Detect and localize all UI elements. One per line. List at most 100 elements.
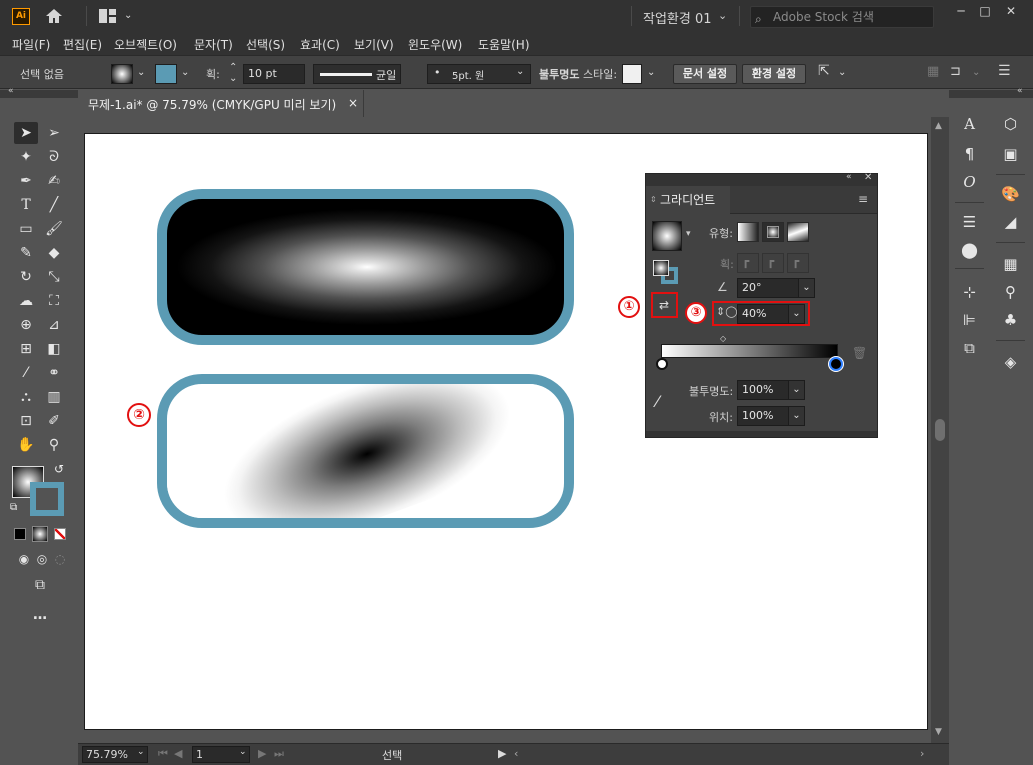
- stock-search-input[interactable]: ⌕ Adobe Stock 검색: [750, 6, 934, 28]
- stroke-within-button[interactable]: ┏: [737, 253, 759, 273]
- chevron-down-icon[interactable]: ▾: [686, 229, 691, 239]
- paragraph-panel-icon[interactable]: ¶: [951, 140, 988, 168]
- document-setup-button[interactable]: 문서 설정: [673, 64, 737, 84]
- stroke-panel-icon[interactable]: ☰: [951, 208, 988, 236]
- transform-panel-icon[interactable]: ⊹: [951, 278, 988, 306]
- align-panel-icon[interactable]: ⊫: [951, 306, 988, 334]
- minimize-icon[interactable]: ─: [950, 2, 972, 20]
- brushes-panel-icon[interactable]: ⚲: [992, 278, 1029, 306]
- fill-swatch[interactable]: [111, 64, 133, 84]
- midpoint-handle-icon[interactable]: ◇: [720, 334, 726, 343]
- opacity-label[interactable]: 불투명도: [539, 66, 579, 82]
- chevron-down-icon[interactable]: ⌄: [838, 67, 846, 78]
- menu-effect[interactable]: 효과(C): [300, 36, 340, 53]
- mesh-tool-icon[interactable]: ⊞: [14, 338, 38, 360]
- scroll-left-icon[interactable]: ‹: [514, 747, 518, 760]
- opentype-panel-icon[interactable]: O: [951, 168, 988, 196]
- 3d-panel-icon[interactable]: ⬡: [992, 110, 1029, 138]
- menu-file[interactable]: 파일(F): [12, 36, 50, 53]
- menu-select[interactable]: 선택(S): [246, 36, 285, 53]
- lasso-tool-icon[interactable]: ᘐ: [42, 146, 66, 168]
- tab-gradient[interactable]: ⇕ 그라디언트: [646, 186, 730, 214]
- gradient-mode-button[interactable]: [32, 526, 48, 542]
- stroke-swatch[interactable]: [155, 64, 177, 84]
- chevron-down-icon[interactable]: ⌄: [137, 67, 145, 78]
- line-tool-icon[interactable]: ╱: [42, 194, 66, 216]
- menu-view[interactable]: 보기(V): [354, 36, 394, 53]
- transparency-panel-icon[interactable]: ⬤: [951, 236, 988, 264]
- symbols-panel-icon[interactable]: ♣: [992, 306, 1029, 334]
- rounded-rectangle-bottom[interactable]: [157, 374, 574, 528]
- slice-tool-icon[interactable]: ✐: [42, 410, 66, 432]
- chevron-down-icon[interactable]: ⌄: [239, 747, 247, 757]
- zoom-field[interactable]: 75.79% ⌄: [82, 746, 148, 763]
- layers-panel-icon[interactable]: ◈: [992, 348, 1029, 376]
- screen-mode-icon[interactable]: ⧉: [28, 574, 52, 596]
- gradient-tool-icon[interactable]: ◧: [42, 338, 66, 360]
- stroke-along-button[interactable]: ┏: [762, 253, 784, 273]
- next-artboard-icon[interactable]: ▶: [258, 747, 266, 760]
- swatches-panel-icon[interactable]: ▦: [992, 250, 1029, 278]
- default-fill-stroke-icon[interactable]: ⧉: [10, 502, 17, 513]
- panel-resize-handle[interactable]: [646, 431, 877, 437]
- chevron-down-icon[interactable]: ⌄: [788, 407, 804, 425]
- chevron-down-icon[interactable]: ⌄: [718, 9, 727, 22]
- document-tab[interactable]: 무제-1.ai* @ 75.79% (CMYK/GPU 미리 보기) ×: [78, 90, 364, 117]
- rectangle-tool-icon[interactable]: ▭: [14, 218, 38, 240]
- color-panel-icon[interactable]: 🎨: [992, 180, 1029, 208]
- menu-window[interactable]: 윈도우(W): [408, 36, 462, 53]
- select-similar-icon[interactable]: ⇱: [818, 63, 830, 79]
- color-mode-button[interactable]: [14, 528, 26, 540]
- gradient-preview-swatch[interactable]: [652, 221, 682, 251]
- collapse-icon[interactable]: «: [846, 172, 852, 182]
- scroll-right-icon[interactable]: ›: [920, 747, 924, 760]
- chevron-down-icon[interactable]: ⌄: [516, 66, 524, 77]
- edit-toolbar-icon[interactable]: …: [28, 604, 52, 626]
- stroke-across-button[interactable]: ┏: [787, 253, 809, 273]
- linear-gradient-button[interactable]: [737, 222, 759, 242]
- panel-menu-icon[interactable]: ☰: [998, 63, 1011, 79]
- rounded-rectangle-top[interactable]: [157, 189, 574, 345]
- eyedropper-icon[interactable]: ⁄: [656, 392, 659, 411]
- opacity-field[interactable]: 100% ⌄: [737, 380, 805, 400]
- close-icon[interactable]: ✕: [1000, 2, 1022, 20]
- trash-icon[interactable]: 🗑: [852, 346, 867, 360]
- draw-inside-icon[interactable]: ◌: [48, 548, 72, 570]
- free-transform-tool-icon[interactable]: ⛶: [42, 290, 66, 312]
- scroll-thumb[interactable]: [935, 419, 945, 441]
- column-graph-tool-icon[interactable]: ▥: [42, 386, 66, 408]
- first-artboard-icon[interactable]: ⏮: [158, 747, 168, 761]
- color-stop-left[interactable]: [656, 358, 668, 370]
- radial-gradient-button[interactable]: [762, 222, 784, 242]
- stroke-color-swatch[interactable]: [30, 482, 64, 516]
- color-stop-right[interactable]: [829, 357, 843, 371]
- shaper-tool-icon[interactable]: ✎: [14, 242, 38, 264]
- direct-selection-tool-icon[interactable]: ➢: [42, 122, 66, 144]
- scroll-down-icon[interactable]: ▼: [935, 727, 942, 737]
- last-artboard-icon[interactable]: ⏭: [274, 747, 284, 761]
- shape-builder-tool-icon[interactable]: ⊕: [14, 314, 38, 336]
- character-panel-icon[interactable]: A: [951, 110, 988, 138]
- magic-wand-tool-icon[interactable]: ✦: [14, 146, 38, 168]
- fill-swatch[interactable]: [653, 260, 669, 276]
- transform-icon[interactable]: ⊐: [950, 64, 961, 79]
- location-field[interactable]: 100% ⌄: [737, 406, 805, 426]
- chevron-down-icon[interactable]: ⌄: [137, 747, 145, 757]
- panel-header[interactable]: « ✕: [646, 172, 877, 186]
- blend-tool-icon[interactable]: ⚭: [42, 362, 66, 384]
- zoom-tool-icon[interactable]: ⚲: [42, 434, 66, 456]
- perspective-grid-tool-icon[interactable]: ⊿: [42, 314, 66, 336]
- chevron-down-icon[interactable]: ⌄: [788, 381, 804, 399]
- artboard-tool-icon[interactable]: ⊡: [14, 410, 38, 432]
- preferences-button[interactable]: 환경 설정: [742, 64, 806, 84]
- panel-menu-icon[interactable]: ≡: [858, 192, 868, 206]
- pathfinder-panel-icon[interactable]: ⧉: [951, 334, 988, 362]
- scale-tool-icon[interactable]: ⤡: [42, 266, 66, 288]
- warp-tool-icon[interactable]: ☁: [14, 290, 38, 312]
- prev-artboard-icon[interactable]: ◀: [174, 747, 182, 760]
- chevron-down-icon[interactable]: ⌄: [181, 67, 189, 78]
- home-icon[interactable]: [44, 7, 64, 25]
- swap-fill-stroke-icon[interactable]: ↺: [54, 462, 64, 476]
- variable-width-profile[interactable]: 균일: [313, 64, 401, 84]
- selection-tool-icon[interactable]: ➤: [14, 122, 38, 144]
